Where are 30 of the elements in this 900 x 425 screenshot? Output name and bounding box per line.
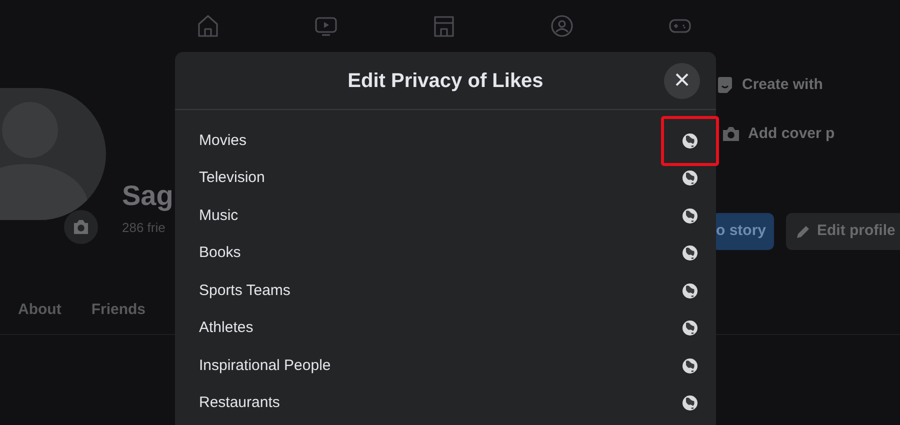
category-label: Music xyxy=(199,206,238,226)
globe-privacy-button[interactable] xyxy=(661,116,719,166)
camera-icon[interactable] xyxy=(64,210,98,244)
create-button[interactable]: Create with xyxy=(716,68,900,102)
close-button[interactable]: × xyxy=(664,63,700,99)
category-label: Athletes xyxy=(199,318,254,338)
category-label: Inspirational People xyxy=(199,356,331,376)
globe-icon xyxy=(682,395,698,412)
category-label: Books xyxy=(199,243,241,263)
profile-name: Sag xyxy=(122,182,174,210)
globe-icon xyxy=(682,282,698,299)
friends-count: 286 frie xyxy=(122,219,166,237)
add-cover-button[interactable]: Add cover p xyxy=(722,116,900,151)
globe-icon xyxy=(682,208,698,224)
globe-icon xyxy=(682,170,698,186)
profile-tab[interactable]: About xyxy=(18,299,62,322)
globe-icon xyxy=(682,132,698,149)
category-label: Television xyxy=(199,168,265,188)
category-label: Movies xyxy=(199,130,247,150)
profile-tab[interactable]: Friends xyxy=(91,299,146,322)
edit-profile-button[interactable]: Edit profile xyxy=(786,213,900,250)
globe-icon xyxy=(682,358,698,374)
dialog-title: Edit Privacy of Likes xyxy=(348,68,544,94)
category-label: Restaurants xyxy=(199,393,280,413)
sticker-icon xyxy=(716,76,734,94)
pencil-icon xyxy=(796,224,812,239)
category-label: Sports Teams xyxy=(199,280,290,300)
globe-icon xyxy=(682,320,698,336)
globe-icon xyxy=(682,245,698,262)
camera-icon xyxy=(722,126,740,142)
